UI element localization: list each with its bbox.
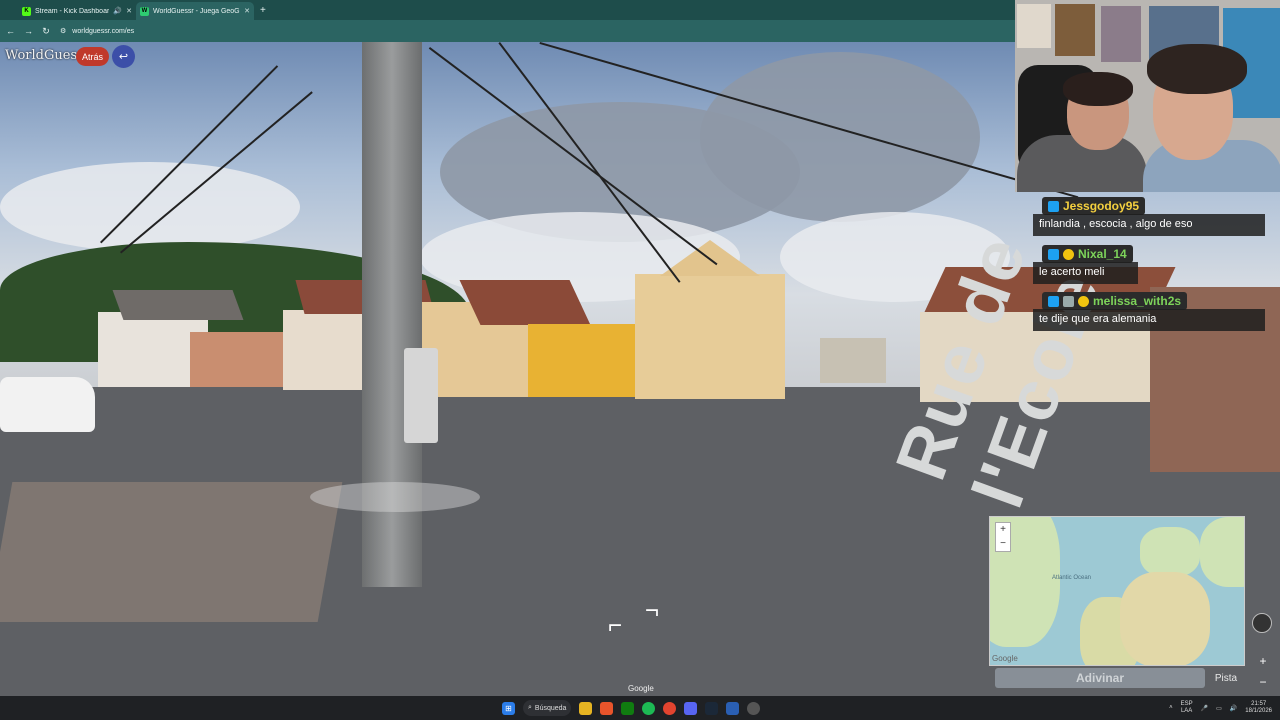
windows-taskbar: ⊞ ⌕ Búsqueda ˄ ESP LAA 🎤 ▭ 🔊 21:57 18/1/… (0, 696, 1280, 720)
windows-start-icon[interactable]: ⊞ (502, 701, 515, 715)
back-button[interactable]: Atrás (76, 47, 110, 66)
close-tab-icon[interactable]: ✕ (126, 7, 132, 15)
move-arrow-icon[interactable]: ¬ (645, 597, 659, 625)
yellow-wall (528, 324, 638, 397)
search-label: Búsqueda (534, 704, 567, 712)
chrome-icon[interactable] (663, 701, 676, 715)
chat-username: Nixal_14 (1042, 245, 1133, 263)
brave-icon[interactable] (600, 701, 613, 715)
poster (1055, 4, 1095, 56)
house-roof (112, 290, 244, 320)
spotify-icon[interactable] (642, 701, 655, 715)
tab-title: Stream - Kick Dashboard (35, 7, 110, 15)
xbox-icon[interactable] (621, 701, 634, 715)
europe-land (1140, 527, 1200, 577)
kick-favicon-icon: K (22, 6, 31, 16)
chat-message: finlandia , escocia , algo de eso (1033, 214, 1265, 236)
map-zoom-control[interactable]: + − (995, 522, 1011, 552)
system-tray: ˄ ESP LAA 🎤 ▭ 🔊 21:57 18/1/2026 (1169, 696, 1272, 720)
google-watermark: Google (628, 684, 654, 693)
move-arrow-icon[interactable]: ⌐ (608, 612, 622, 640)
barn-roof (459, 280, 591, 325)
address-bar: ← → ↻ ⚙ worldguessr.com/es (0, 20, 1015, 42)
network-icon[interactable]: ▭ (1216, 705, 1222, 712)
map-attribution: Google (992, 654, 1018, 663)
chat-message: te dije que era alemania (1033, 309, 1265, 331)
hint-button[interactable]: Pista (1209, 668, 1243, 688)
person-hair (1063, 72, 1133, 106)
tab-kick-dashboard[interactable]: K Stream - Kick Dashboard 🔊 ✕ (18, 2, 136, 20)
person-hair (1147, 44, 1247, 94)
kick-badge-icon (1048, 295, 1059, 307)
url-text: worldguessr.com/es (72, 27, 135, 35)
forward-arrow-icon[interactable]: → (24, 26, 33, 36)
zoom-out-button[interactable]: − (996, 537, 1010, 551)
search-icon: ⌕ (528, 704, 532, 711)
clock[interactable]: 21:57 18/1/2026 (1245, 701, 1272, 715)
house (635, 274, 785, 399)
lock-badge-icon (1063, 295, 1074, 307)
return-to-start-icon[interactable]: ↩ (112, 45, 135, 68)
asia-land (1200, 517, 1244, 587)
discord-icon[interactable] (684, 701, 697, 715)
africa-land (1120, 572, 1210, 665)
cloud (700, 52, 980, 222)
worldguessr-favicon-icon: W (140, 6, 149, 16)
electrical-box (404, 348, 438, 443)
back-arrow-icon[interactable]: ← (6, 26, 15, 36)
site-info-icon[interactable]: ⚙ (60, 27, 66, 35)
chat-message: le acerto meli (1033, 262, 1138, 284)
app-icon[interactable] (747, 701, 760, 715)
reload-icon[interactable]: ↻ (42, 26, 50, 37)
zoom-in-icon[interactable]: + (1256, 654, 1270, 668)
mic-icon[interactable]: 🎤 (1201, 705, 1208, 712)
speaker-icon[interactable]: 🔊 (113, 7, 122, 15)
url-field[interactable]: ⚙ worldguessr.com/es (60, 27, 135, 36)
subscriber-badge-icon (1078, 295, 1089, 307)
kick-badge-icon (1048, 200, 1059, 212)
kick-badge-icon (1048, 248, 1059, 260)
taskbar-apps: ⊞ ⌕ Búsqueda (502, 696, 760, 720)
white-van (0, 377, 95, 432)
map-label: Atlantic Ocean (1052, 575, 1092, 581)
browser-chrome: K Stream - Kick Dashboard 🔊 ✕ W WorldGue… (0, 0, 1015, 42)
guess-map[interactable]: Atlantic Ocean (989, 516, 1245, 666)
tab-title: WorldGuessr - Juega GeoGuessr (153, 7, 240, 15)
subscriber-badge-icon (1063, 248, 1074, 260)
language-indicator[interactable]: ESP LAA (1181, 701, 1193, 715)
tab-worldguessr[interactable]: W WorldGuessr - Juega GeoGuessr ✕ (136, 2, 254, 20)
obs-icon[interactable] (726, 701, 739, 715)
poster (1101, 6, 1141, 62)
house (190, 332, 285, 387)
file-explorer-icon[interactable] (579, 701, 592, 715)
cloud (0, 162, 300, 252)
sidewalk (0, 482, 343, 622)
compass-icon[interactable] (1252, 613, 1272, 633)
tab-strip: K Stream - Kick Dashboard 🔊 ✕ W WorldGue… (0, 0, 1015, 20)
chat-username: melissa_with2s (1042, 292, 1188, 310)
taskbar-search[interactable]: ⌕ Búsqueda (523, 700, 571, 716)
navigation-cursor-ring[interactable] (310, 482, 480, 512)
chevron-up-icon[interactable]: ˄ (1169, 705, 1173, 711)
close-tab-icon[interactable]: ✕ (244, 7, 250, 15)
guess-button[interactable]: Adivinar (995, 668, 1205, 688)
house (820, 338, 886, 383)
chat-username: Jessgodoy95 (1042, 197, 1146, 215)
volume-icon[interactable]: 🔊 (1230, 705, 1237, 712)
poster (1017, 4, 1051, 48)
webcam-feed (1015, 0, 1280, 192)
zoom-in-button[interactable]: + (996, 523, 1010, 537)
zoom-out-icon[interactable]: − (1256, 675, 1270, 689)
new-tab-button[interactable]: + (254, 5, 272, 16)
steam-icon[interactable] (705, 701, 718, 715)
